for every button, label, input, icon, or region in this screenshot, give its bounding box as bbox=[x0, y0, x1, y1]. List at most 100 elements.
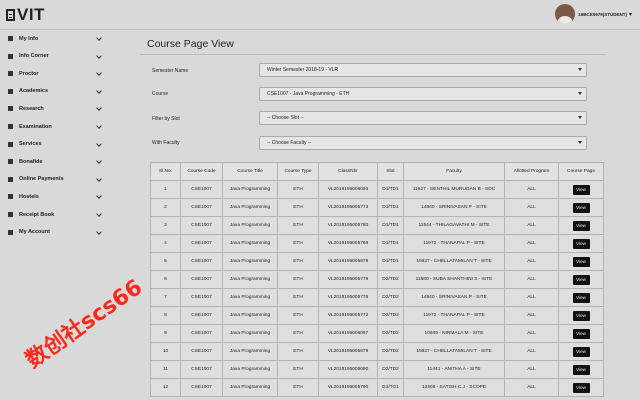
table-cell: VL2018195006093 bbox=[318, 180, 378, 199]
view-button[interactable]: View bbox=[572, 220, 590, 231]
table-cell: D2/TD2 bbox=[377, 324, 404, 343]
table-cell: 1 bbox=[150, 180, 181, 199]
sidebar-item[interactable]: Research bbox=[0, 100, 118, 117]
chevron-down-icon[interactable] bbox=[96, 193, 102, 200]
table-cell: Java Programming bbox=[222, 216, 278, 235]
table-cell: ALL bbox=[504, 216, 559, 235]
sidebar-item[interactable]: Receipt Book bbox=[0, 206, 118, 223]
sidebar-item[interactable]: My Info bbox=[0, 30, 118, 47]
table-cell: ALL bbox=[504, 324, 559, 343]
table-cell: Java Programming bbox=[222, 324, 278, 343]
semester-select[interactable]: Winter Semester 2018-19 - VLR bbox=[259, 63, 587, 77]
table-cell: D1/TD1 bbox=[377, 252, 404, 271]
view-button[interactable]: View bbox=[572, 310, 590, 321]
logo-text: VIT bbox=[17, 5, 45, 24]
chevron-down-icon[interactable] bbox=[96, 175, 102, 182]
sidebar-item[interactable]: Proctor bbox=[0, 65, 118, 82]
table-cell: ETH bbox=[277, 234, 319, 253]
course-label: Course bbox=[152, 91, 169, 97]
chevron-down-icon[interactable] bbox=[96, 70, 102, 77]
sidebar-item[interactable]: Online Payments bbox=[0, 171, 118, 188]
view-button[interactable]: View bbox=[572, 292, 590, 303]
caret-down-icon[interactable]: ▾ bbox=[629, 11, 632, 18]
table-cell: ALL bbox=[504, 342, 559, 361]
sidebar-item[interactable]: Examination bbox=[0, 118, 118, 135]
sidebar-item[interactable]: Hostels bbox=[0, 188, 118, 205]
col-header: Course Title bbox=[222, 162, 278, 181]
table-cell: 6 bbox=[150, 270, 181, 289]
chevron-down-icon[interactable] bbox=[96, 52, 102, 59]
user-name[interactable]: 16BCE0979(STUDENT) bbox=[578, 12, 627, 17]
slot-select-value: -- Choose Slot -- bbox=[267, 115, 304, 121]
table-cell: VL2018195005773 bbox=[318, 198, 378, 217]
sidebar-item[interactable]: Academics bbox=[0, 83, 118, 100]
sidebar-item-label: Receipt Book bbox=[19, 211, 55, 218]
view-button[interactable]: View bbox=[572, 238, 590, 249]
table-cell: ALL bbox=[504, 288, 559, 307]
table-cell: 15927 - CHELLATAMILAN T - SITE bbox=[403, 252, 505, 271]
info-icon bbox=[8, 53, 13, 59]
view-button[interactable]: View bbox=[572, 184, 590, 195]
chevron-down-icon[interactable] bbox=[96, 228, 102, 235]
sidebar-item-label: My Info bbox=[19, 35, 39, 42]
vit-logo[interactable]: VIT bbox=[6, 5, 45, 25]
table-cell: ALL bbox=[504, 378, 559, 397]
table-cell: ALL bbox=[504, 234, 559, 253]
table-cell: Java Programming bbox=[222, 342, 278, 361]
sidebar-item[interactable]: Info Corner bbox=[0, 48, 118, 65]
view-button[interactable]: View bbox=[572, 202, 590, 213]
top-bar: VIT 16BCE0979(STUDENT) ▾ bbox=[0, 0, 640, 30]
view-button[interactable]: View bbox=[572, 274, 590, 285]
chevron-down-icon[interactable] bbox=[96, 35, 102, 41]
table-cell: VL2018195006087 bbox=[318, 324, 378, 343]
faculty-label: With Faculty bbox=[152, 140, 180, 146]
graduation-cap-icon bbox=[8, 88, 13, 94]
chevron-down-icon[interactable] bbox=[96, 123, 102, 129]
slot-select[interactable]: -- Choose Slot -- bbox=[259, 111, 587, 125]
table-cell: VL2018195005876 bbox=[318, 252, 378, 271]
table-cell: ALL bbox=[504, 180, 559, 199]
course-select[interactable]: CSE1007 - Java Programming - ETH bbox=[259, 87, 587, 101]
view-button[interactable]: View bbox=[572, 364, 590, 375]
view-button[interactable]: View bbox=[572, 346, 590, 357]
sidebar-item[interactable]: Services bbox=[0, 136, 118, 153]
table-cell: VL2018195006090 bbox=[318, 360, 378, 379]
table-cell: 12 bbox=[150, 378, 181, 397]
table-cell: 7 bbox=[150, 288, 181, 307]
table-row: 4 CSE1007 Java Programming ETH VL20181950057… bbox=[150, 234, 604, 253]
view-button[interactable]: View bbox=[572, 382, 590, 393]
chevron-down-icon[interactable] bbox=[96, 105, 102, 112]
view-button[interactable]: View bbox=[572, 328, 590, 339]
sidebar-item-label: Proctor bbox=[19, 70, 39, 77]
chevron-down-icon[interactable] bbox=[96, 158, 102, 165]
table-cell: D2/TD2 bbox=[377, 288, 404, 307]
menu-icon[interactable] bbox=[6, 9, 15, 21]
sidebar-item[interactable]: My Account bbox=[0, 224, 118, 241]
caret-down-icon bbox=[578, 68, 582, 71]
user-menu[interactable]: 16BCE0979(STUDENT) ▾ bbox=[555, 4, 632, 24]
view-button[interactable]: View bbox=[572, 256, 590, 267]
table-cell: VL2018195005790 bbox=[318, 378, 378, 397]
col-header: ClassNbr bbox=[318, 162, 378, 181]
course-select-value: CSE1007 - Java Programming - ETH bbox=[267, 91, 350, 97]
table-cell: VL2018195005879 bbox=[318, 342, 378, 361]
table-cell: CSE1007 bbox=[180, 360, 223, 379]
chevron-down-icon[interactable] bbox=[96, 87, 102, 94]
table-cell: CSE1007 bbox=[180, 252, 223, 271]
table-cell: 14840 - SRINIVASAN P - SITE bbox=[403, 288, 505, 307]
table-cell: ETH bbox=[277, 342, 319, 361]
table-cell: D2/TD2 bbox=[377, 270, 404, 289]
faculty-select[interactable]: -- Choose Faculty -- bbox=[259, 136, 587, 150]
table-cell: Java Programming bbox=[222, 360, 278, 379]
sidebar-item-label: My Account bbox=[19, 229, 50, 236]
table-cell: Java Programming bbox=[222, 270, 278, 289]
course-page-cell: View bbox=[558, 360, 604, 379]
chevron-down-icon[interactable] bbox=[96, 140, 102, 147]
avatar[interactable] bbox=[555, 4, 576, 24]
table-cell: 3 bbox=[150, 216, 181, 235]
table-cell: D1/TD1 bbox=[377, 216, 404, 235]
table-cell: 12308 - SATISH C.J - SCOPE bbox=[403, 378, 505, 397]
sidebar-item[interactable]: Bonafide bbox=[0, 153, 118, 170]
chevron-down-icon[interactable] bbox=[96, 211, 102, 217]
table-cell: 11580 - SUBA SHANTHINI S - SITE bbox=[403, 270, 505, 289]
